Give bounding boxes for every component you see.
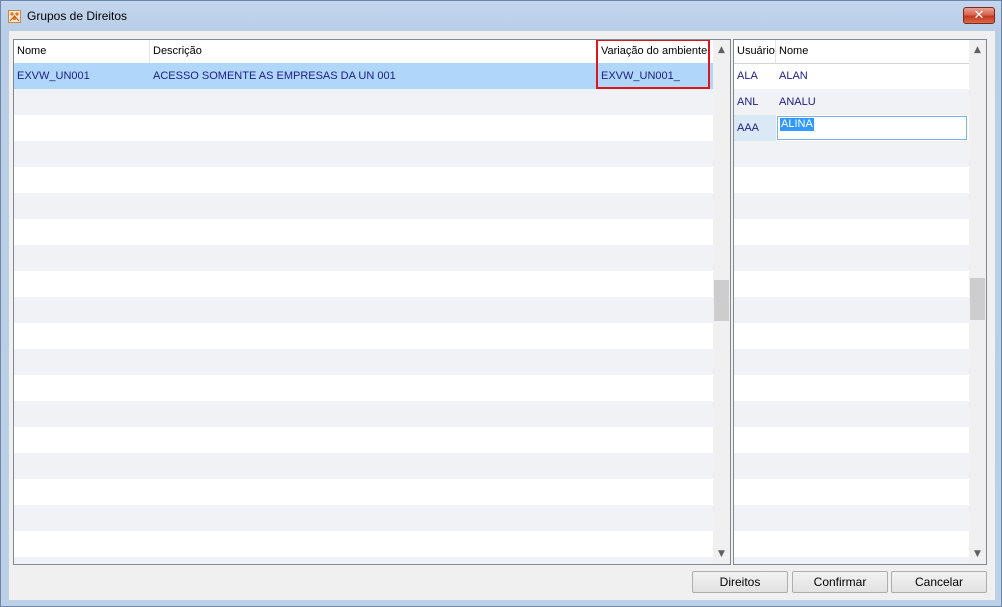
scroll-down-icon[interactable]: ▼: [969, 546, 986, 563]
empty-row: [734, 375, 969, 401]
empty-row: [14, 323, 713, 349]
empty-row: [14, 505, 713, 531]
cell-nome[interactable]: ANALU: [776, 89, 969, 115]
empty-row: [14, 245, 713, 271]
table-row[interactable]: ANL ANALU: [734, 89, 969, 115]
empty-row: [734, 349, 969, 375]
table-row[interactable]: ALA ALAN: [734, 63, 969, 89]
column-header-usuario[interactable]: Usuário: [734, 40, 776, 63]
window-client-area: Nome Descrição Variação do ambiente EXVW…: [9, 31, 995, 600]
nome-edit-field[interactable]: ALINA: [777, 116, 967, 140]
groups-grid[interactable]: Nome Descrição Variação do ambiente EXVW…: [13, 39, 731, 565]
cell-descricao[interactable]: ACESSO SOMENTE AS EMPRESAS DA UN 001: [150, 63, 598, 89]
empty-row: [734, 297, 969, 323]
empty-row: [14, 141, 713, 167]
column-header-nome[interactable]: Nome: [776, 40, 969, 63]
empty-row: [14, 297, 713, 323]
table-row[interactable]: AAA ALINA: [734, 115, 969, 141]
empty-row: [14, 557, 713, 564]
empty-row: [734, 323, 969, 349]
cell-usuario[interactable]: AAA: [734, 115, 776, 141]
cancel-button[interactable]: Cancelar: [891, 571, 987, 593]
users-grid-rows: ALA ALAN ANL ANALU AAA ALINA: [734, 63, 969, 564]
scroll-down-icon[interactable]: ▼: [713, 546, 730, 563]
empty-row: [14, 89, 713, 115]
scroll-up-icon[interactable]: ▲: [713, 42, 730, 59]
empty-row: [14, 271, 713, 297]
direitos-button[interactable]: Direitos: [692, 571, 788, 593]
confirm-button[interactable]: Confirmar: [792, 571, 888, 593]
column-header-nome[interactable]: Nome: [14, 40, 150, 63]
close-button[interactable]: ✕: [963, 7, 995, 24]
cell-usuario[interactable]: ALA: [734, 63, 776, 89]
empty-row: [14, 115, 713, 141]
empty-row: [734, 427, 969, 453]
users-grid[interactable]: Usuário Nome ALA ALAN ANL ANALU AAA ALIN…: [733, 39, 987, 565]
cell-nome[interactable]: EXVW_UN001: [14, 63, 150, 89]
empty-row: [734, 453, 969, 479]
empty-row: [14, 349, 713, 375]
users-vertical-scrollbar[interactable]: ▲ ▼: [969, 40, 986, 564]
groups-grid-rows: EXVW_UN001 ACESSO SOMENTE AS EMPRESAS DA…: [14, 63, 713, 564]
cell-usuario[interactable]: ANL: [734, 89, 776, 115]
column-header-descricao[interactable]: Descrição: [150, 40, 598, 63]
empty-row: [734, 401, 969, 427]
empty-row: [734, 193, 969, 219]
empty-row: [14, 531, 713, 557]
empty-row: [734, 219, 969, 245]
empty-row: [734, 245, 969, 271]
variacao-column-highlight: [596, 40, 710, 89]
title-bar[interactable]: Grupos de Direitos ✕: [1, 1, 1001, 31]
empty-row: [14, 193, 713, 219]
empty-row: [734, 505, 969, 531]
scrollbar-thumb[interactable]: [714, 280, 729, 321]
empty-row: [14, 375, 713, 401]
rights-groups-window: Grupos de Direitos ✕ Nome Descrição Vari…: [0, 0, 1002, 607]
scrollbar-thumb[interactable]: [970, 278, 985, 320]
nome-edit-selected-text[interactable]: ALINA: [780, 118, 814, 131]
close-icon: ✕: [973, 8, 985, 23]
cell-nome[interactable]: ALAN: [776, 63, 969, 89]
empty-row: [734, 167, 969, 193]
scroll-up-icon[interactable]: ▲: [969, 42, 986, 59]
window-title: Grupos de Direitos: [27, 9, 128, 23]
empty-row: [734, 479, 969, 505]
empty-row: [14, 453, 713, 479]
users-grid-header: Usuário Nome: [734, 40, 969, 64]
empty-row: [14, 427, 713, 453]
app-logo-icon: [8, 10, 21, 23]
empty-row: [14, 219, 713, 245]
empty-row: [734, 141, 969, 167]
empty-row: [734, 531, 969, 557]
empty-row: [734, 271, 969, 297]
empty-row: [14, 479, 713, 505]
empty-row: [14, 167, 713, 193]
empty-row: [734, 557, 969, 564]
groups-vertical-scrollbar[interactable]: ▲ ▼: [713, 40, 730, 564]
empty-row: [14, 401, 713, 427]
